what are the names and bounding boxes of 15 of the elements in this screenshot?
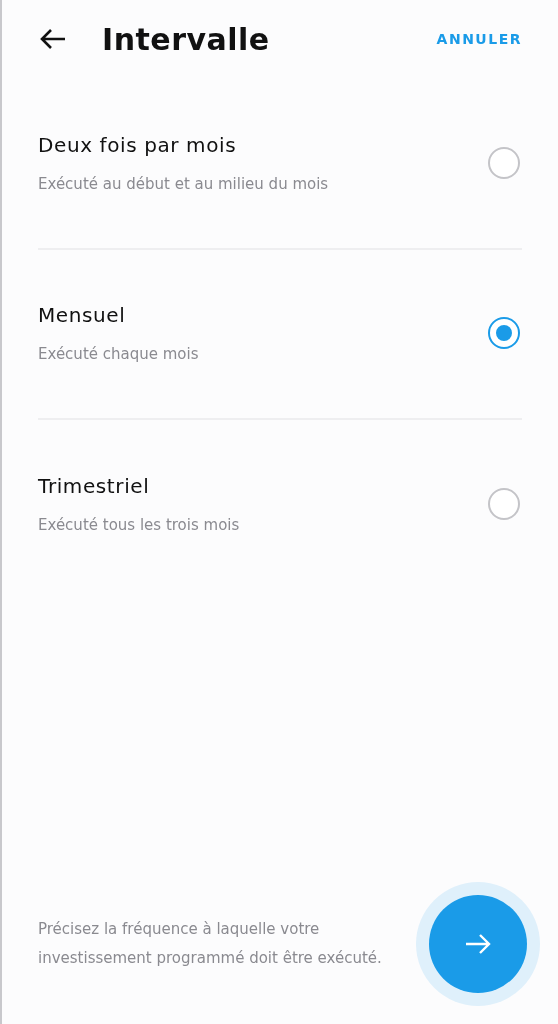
right-arrow-icon <box>465 933 491 955</box>
option-description: Exécuté au début et au milieu du mois <box>38 175 330 193</box>
option-title: Deux fois par mois <box>38 133 238 157</box>
radio-button[interactable] <box>488 147 520 179</box>
option-title: Mensuel <box>38 303 127 327</box>
cancel-button[interactable]: ANNULER <box>436 31 522 47</box>
hint-text: Précisez la fréquence à laquelle votre investissement programmé doit être exécuté. <box>38 919 383 969</box>
option-description: Exécuté tous les trois mois <box>38 516 241 534</box>
radio-button[interactable] <box>488 317 520 349</box>
radio-button[interactable] <box>488 488 520 520</box>
back-arrow-icon <box>40 28 66 50</box>
option-title: Trimestriel <box>38 474 151 498</box>
next-button[interactable] <box>429 895 527 993</box>
page-title: Intervalle <box>102 21 271 57</box>
option-description: Exécuté chaque mois <box>38 345 200 363</box>
